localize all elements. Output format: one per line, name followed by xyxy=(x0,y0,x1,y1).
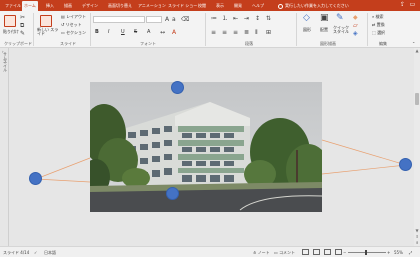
reading-view-icon[interactable] xyxy=(324,249,331,255)
connector-line-left-lower xyxy=(35,178,91,183)
zoom-level[interactable]: 55% xyxy=(394,250,403,255)
building-photo-image xyxy=(90,82,322,212)
comments-label: コメント xyxy=(279,250,296,255)
zoom-out-icon[interactable]: − xyxy=(343,250,346,255)
slideshow-view-icon[interactable] xyxy=(335,249,342,255)
resize-handle-left[interactable] xyxy=(29,172,42,185)
powerpoint-window: ファイル ホーム 挿入 描画 デザイン 画面切り替え アニメーション スライド … xyxy=(0,0,420,257)
resize-handle-bottom[interactable] xyxy=(166,187,179,200)
zoom-slider-knob[interactable] xyxy=(365,250,367,255)
slide-photo-school-building[interactable] xyxy=(90,82,322,212)
zoom-in-icon[interactable]: + xyxy=(387,250,390,255)
comments-button[interactable]: ▭ コメント xyxy=(274,250,295,255)
status-bar: スライド 4/14 ✓ 日本語 ≗ ノート ▭ コメント − + 55% ⤢ xyxy=(0,246,420,257)
language-indicator[interactable]: 日本語 xyxy=(44,250,56,255)
notes-label: ノート xyxy=(257,250,270,255)
slide-sorter-icon[interactable] xyxy=(313,249,320,255)
slide-counter: スライド 4/14 xyxy=(3,250,30,255)
fit-to-window-icon[interactable]: ⤢ xyxy=(409,250,412,255)
connector-line-right-upper xyxy=(321,139,407,166)
resize-handle-right[interactable] xyxy=(399,158,412,171)
connector-line-right-lower xyxy=(321,164,407,175)
zoom-slider[interactable] xyxy=(348,252,386,253)
spellcheck-icon[interactable]: ✓ xyxy=(34,250,37,255)
vertical-scrollbar[interactable]: ▲ ▼ ⇞ ⇟ xyxy=(414,48,420,246)
notes-button[interactable]: ≗ ノート xyxy=(253,250,270,255)
connector-line-left-upper xyxy=(35,157,91,180)
scroll-thumb[interactable] xyxy=(415,93,419,105)
normal-view-icon[interactable] xyxy=(302,249,309,255)
resize-handle-top[interactable] xyxy=(171,81,184,94)
scroll-up-icon[interactable]: ▲ xyxy=(414,48,420,54)
